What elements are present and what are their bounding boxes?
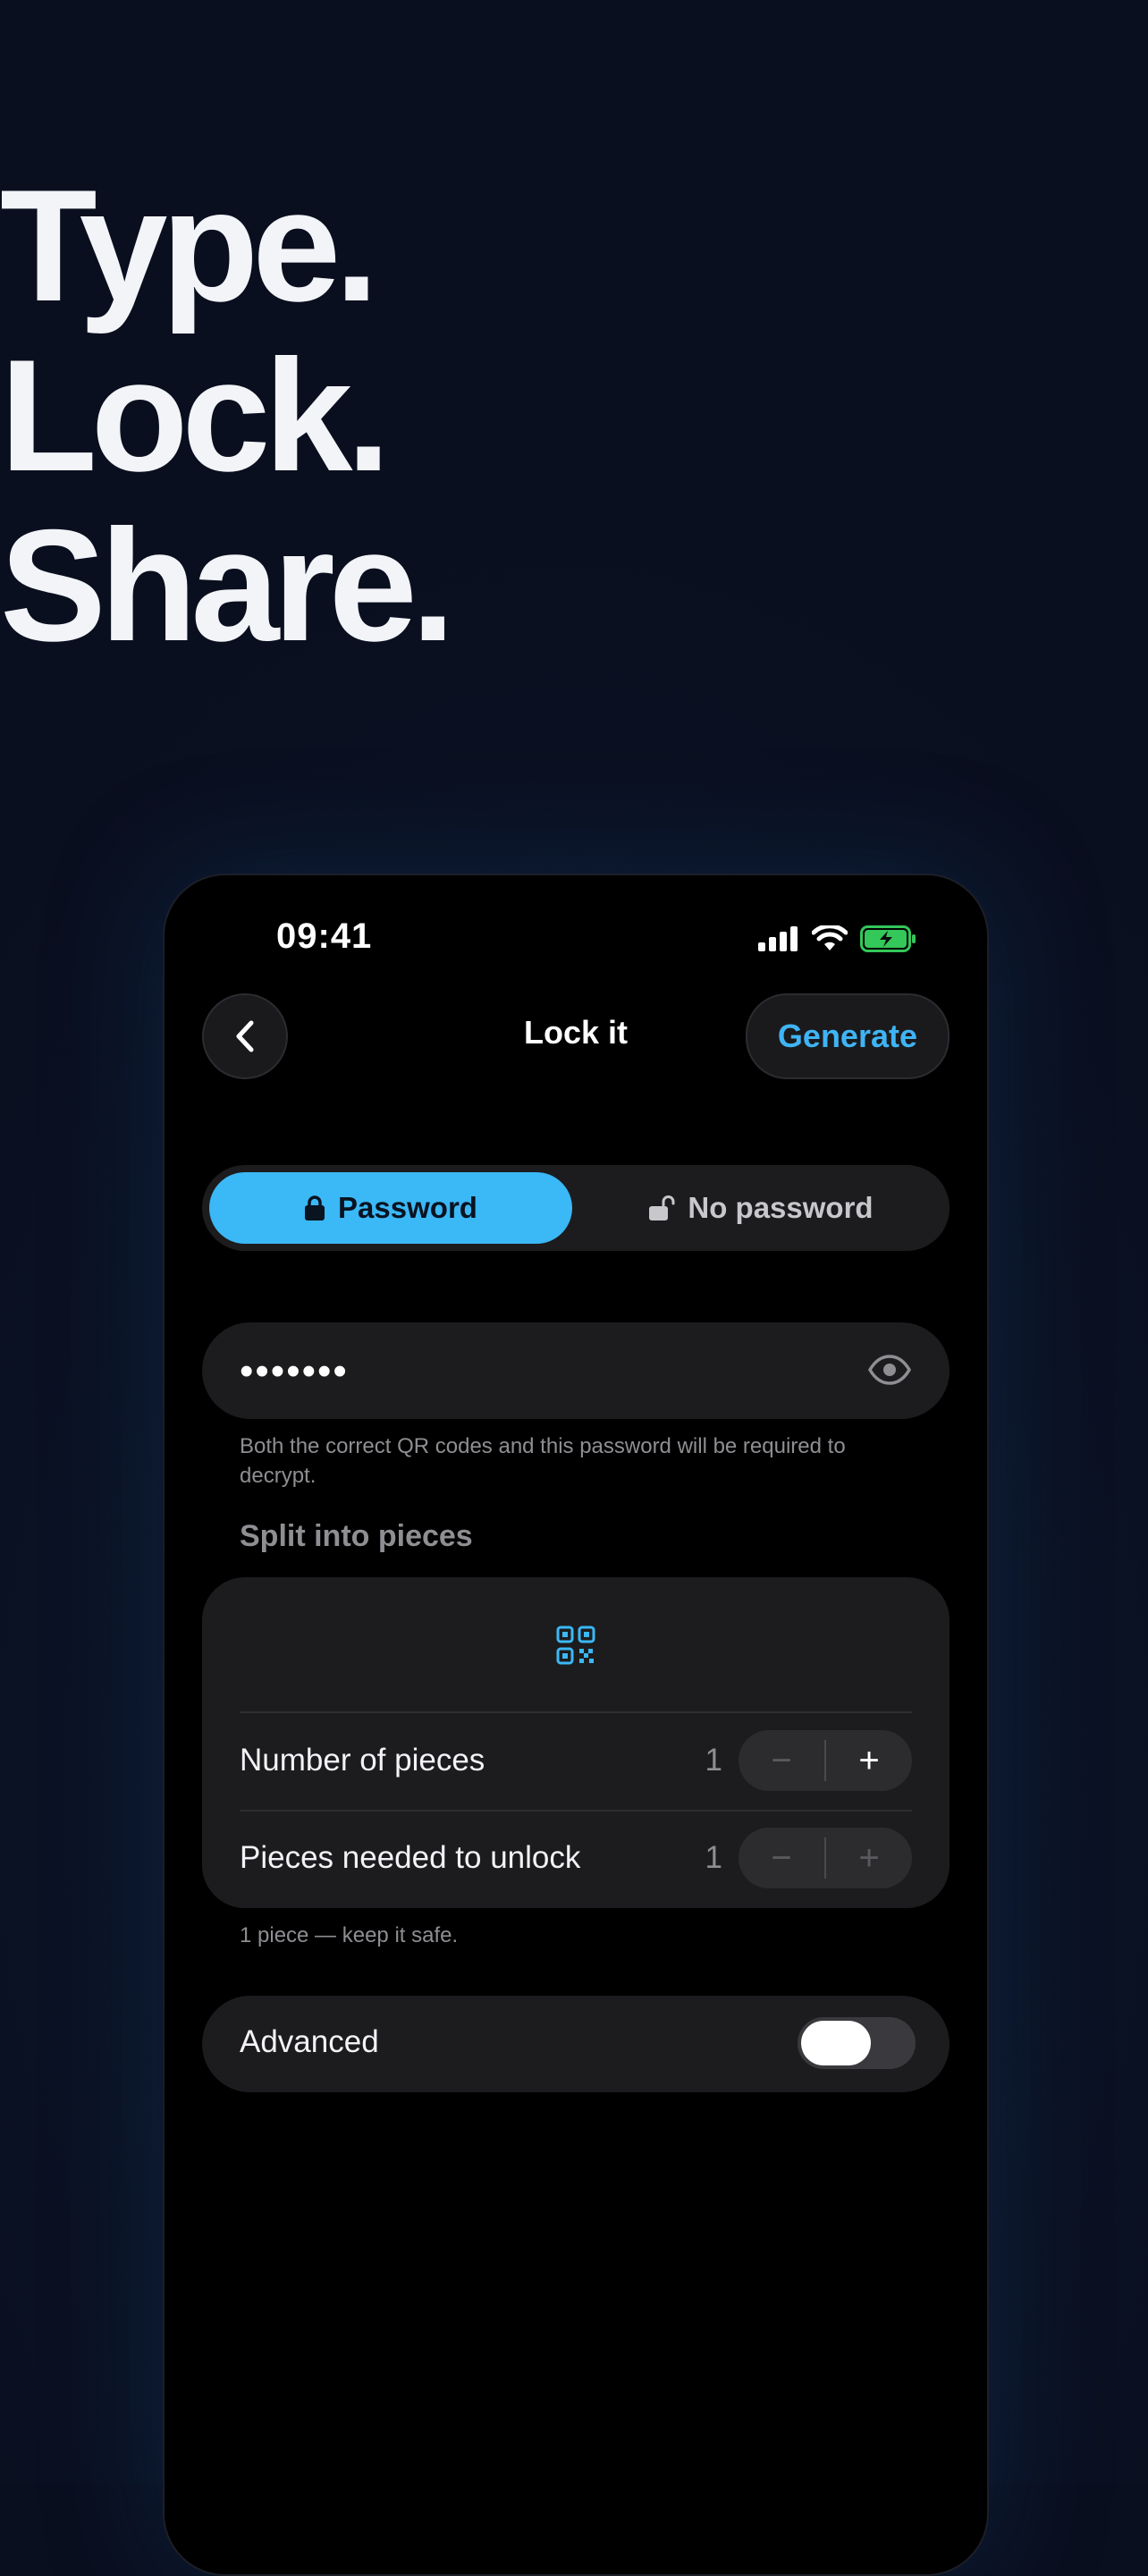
no-password-segment[interactable]: No password [579, 1172, 942, 1244]
pieces-needed-value: 1 [705, 1840, 722, 1875]
status-icons [758, 925, 917, 952]
split-caption: 1 piece — keep it safe. [240, 1923, 459, 1947]
headline-line-1: Type. [0, 156, 379, 334]
qr-code-icon [556, 1626, 595, 1665]
password-mode-segmented-control: Password No password [202, 1165, 950, 1251]
toggle-knob [801, 2021, 871, 2065]
eye-icon [867, 1355, 912, 1385]
advanced-label: Advanced [240, 2024, 379, 2059]
wifi-icon [812, 925, 848, 950]
show-password-toggle[interactable] [867, 1355, 912, 1389]
cellular-signal-icon [758, 926, 798, 951]
no-password-segment-label: No password [688, 1191, 874, 1224]
split-card: Number of pieces 1 − + Pieces needed to … [202, 1577, 950, 1908]
headline-line-2: Lock. [0, 326, 391, 504]
lock-icon [305, 1195, 325, 1220]
divider [240, 1711, 912, 1713]
password-value: ••••••• [240, 1349, 349, 1393]
hero-headline: Type. Lock. Share. [0, 156, 455, 674]
password-segment-label: Password [338, 1191, 477, 1224]
number-of-pieces-decrement-button[interactable]: − [739, 1730, 824, 1791]
advanced-row: Advanced [202, 1996, 950, 2092]
password-segment[interactable]: Password [209, 1172, 572, 1244]
pieces-needed-increment-button[interactable]: + [826, 1828, 912, 1888]
pieces-needed-decrement-button[interactable]: − [739, 1828, 824, 1888]
number-of-pieces-label: Number of pieces [240, 1743, 485, 1778]
password-hint: Both the correct QR codes and this passw… [240, 1434, 846, 1488]
phone-frame: 09:41 Lock it Generate Password No passw… [163, 874, 989, 2576]
headline-line-3: Share. [0, 496, 455, 674]
divider [240, 1810, 912, 1812]
number-of-pieces-increment-button[interactable]: + [826, 1730, 912, 1791]
pieces-needed-stepper: − + [739, 1828, 912, 1888]
advanced-toggle[interactable] [798, 2017, 916, 2069]
generate-button[interactable]: Generate [745, 993, 950, 1079]
password-field[interactable]: ••••••• [202, 1322, 950, 1419]
split-section-title: Split into pieces [240, 1519, 473, 1553]
number-of-pieces-value: 1 [705, 1743, 722, 1778]
battery-charging-icon [860, 925, 916, 952]
status-time: 09:41 [276, 916, 373, 956]
unlock-icon [649, 1195, 675, 1220]
pieces-needed-label: Pieces needed to unlock [240, 1840, 581, 1875]
number-of-pieces-stepper: − + [739, 1730, 912, 1791]
